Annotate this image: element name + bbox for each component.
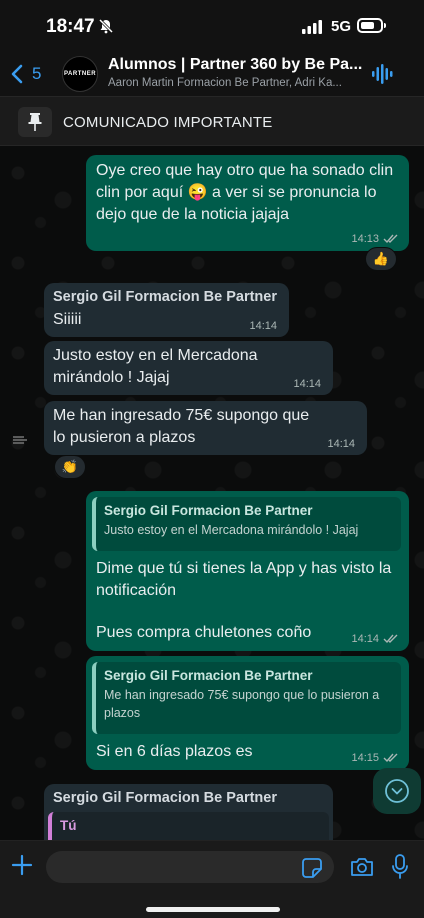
reaction-badge[interactable]: 👍 xyxy=(365,247,397,271)
message-input[interactable] xyxy=(46,851,334,883)
home-indicator xyxy=(146,907,280,912)
quote-text: Justo estoy en el Mercadona mirándolo ! … xyxy=(104,523,359,537)
message-time: 14:14 xyxy=(327,438,355,450)
reaction-emoji: 👏 xyxy=(61,459,79,474)
chat-title[interactable]: Alumnos | Partner 360 by Be Pa... xyxy=(108,56,366,74)
quote-sender: Sergio Gil Formacion Be Partner xyxy=(104,503,313,518)
signal-icon xyxy=(302,20,322,34)
message-outgoing[interactable]: Sergio Gil Formacion Be Partner Justo es… xyxy=(86,491,409,651)
message-time: 14:15 xyxy=(351,752,399,764)
chat-participants[interactable]: Aaron Martin Formacion Be Partner, Adri … xyxy=(108,77,366,89)
message-text: Oye creo que hay otro que ha sonado clin… xyxy=(96,162,394,223)
back-button[interactable]: 5 xyxy=(10,60,41,88)
message-time: 14:14 xyxy=(351,633,399,645)
unread-count: 5 xyxy=(32,64,42,83)
time-text: 14:13 xyxy=(351,233,379,245)
pin-icon-box xyxy=(18,107,52,137)
message-text: Pues compra chuletones coño xyxy=(96,624,312,641)
quoted-message[interactable]: Sergio Gil Formacion Be Partner Justo es… xyxy=(92,497,401,551)
chevron-down-icon xyxy=(385,779,409,803)
message-text: Me han ingresado 75€ supongo que lo pusi… xyxy=(53,407,310,446)
message-incoming[interactable]: Me han ingresado 75€ supongo que lo pusi… xyxy=(44,401,367,455)
group-avatar[interactable]: PARTNER xyxy=(62,56,98,92)
message-time: 14:13 xyxy=(351,233,399,245)
time-text: 14:15 xyxy=(351,752,379,764)
message-text: Si en 6 días plazos es xyxy=(96,743,253,760)
pin-icon xyxy=(28,113,42,131)
message-incoming[interactable]: Sergio Gil Formacion Be Partner Tú xyxy=(44,784,333,840)
mic-icon[interactable] xyxy=(392,854,408,880)
reaction-emoji: 👍 xyxy=(372,251,390,266)
message-incoming[interactable]: Justo estoy en el Mercadona mirándolo ! … xyxy=(44,341,333,395)
bell-off-icon xyxy=(98,18,114,34)
battery-icon xyxy=(357,18,386,33)
chevron-left-icon xyxy=(11,64,23,84)
message-time: 14:14 xyxy=(293,378,321,390)
time-text: 14:14 xyxy=(351,633,379,645)
message-composer xyxy=(0,840,424,918)
quote-sender: Tú xyxy=(60,818,77,833)
sticker-icon[interactable] xyxy=(302,858,322,878)
message-time: 14:14 xyxy=(249,320,277,332)
double-check-icon xyxy=(383,234,398,244)
double-check-icon xyxy=(383,753,398,763)
chat-area[interactable]: Oye creo que hay otro que ha sonado clin… xyxy=(0,146,424,840)
reaction-badge[interactable]: 👏 xyxy=(54,455,86,479)
quoted-message[interactable]: Tú xyxy=(48,812,329,840)
status-time: 18:47 xyxy=(46,16,95,37)
sender-name[interactable]: Sergio Gil Formacion Be Partner xyxy=(53,289,277,305)
scroll-to-bottom-button[interactable] xyxy=(373,768,421,814)
quote-text: Me han ingresado 75€ supongo que lo pusi… xyxy=(104,688,380,720)
pinned-message-bar[interactable]: COMUNICADO IMPORTANTE xyxy=(0,96,424,146)
message-text: Justo estoy en el Mercadona mirándolo ! … xyxy=(53,347,258,386)
double-check-icon xyxy=(383,634,398,644)
status-bar: 18:47 5G xyxy=(0,0,424,52)
message-outgoing[interactable]: Sergio Gil Formacion Be Partner Me han i… xyxy=(86,656,409,770)
chat-header: 5 PARTNER Alumnos | Partner 360 by Be Pa… xyxy=(0,52,424,96)
message-text: Siiiii xyxy=(53,311,82,328)
avatar-text: PARTNER xyxy=(63,71,97,77)
audio-wave-icon[interactable] xyxy=(372,64,394,84)
network-type: 5G xyxy=(331,18,352,35)
sender-name[interactable]: Sergio Gil Formacion Be Partner xyxy=(53,790,277,806)
pinned-text: COMUNICADO IMPORTANTE xyxy=(63,114,273,131)
quoted-message[interactable]: Sergio Gil Formacion Be Partner Me han i… xyxy=(92,662,401,734)
camera-icon[interactable] xyxy=(350,856,374,878)
message-text: Dime que tú si tienes la App y has visto… xyxy=(96,560,392,599)
forward-icon[interactable] xyxy=(12,435,28,445)
message-incoming[interactable]: Sergio Gil Formacion Be Partner Siiiii 1… xyxy=(44,283,289,337)
plus-icon[interactable] xyxy=(10,853,34,877)
quote-sender: Sergio Gil Formacion Be Partner xyxy=(104,668,313,683)
message-outgoing[interactable]: Oye creo que hay otro que ha sonado clin… xyxy=(86,155,409,251)
